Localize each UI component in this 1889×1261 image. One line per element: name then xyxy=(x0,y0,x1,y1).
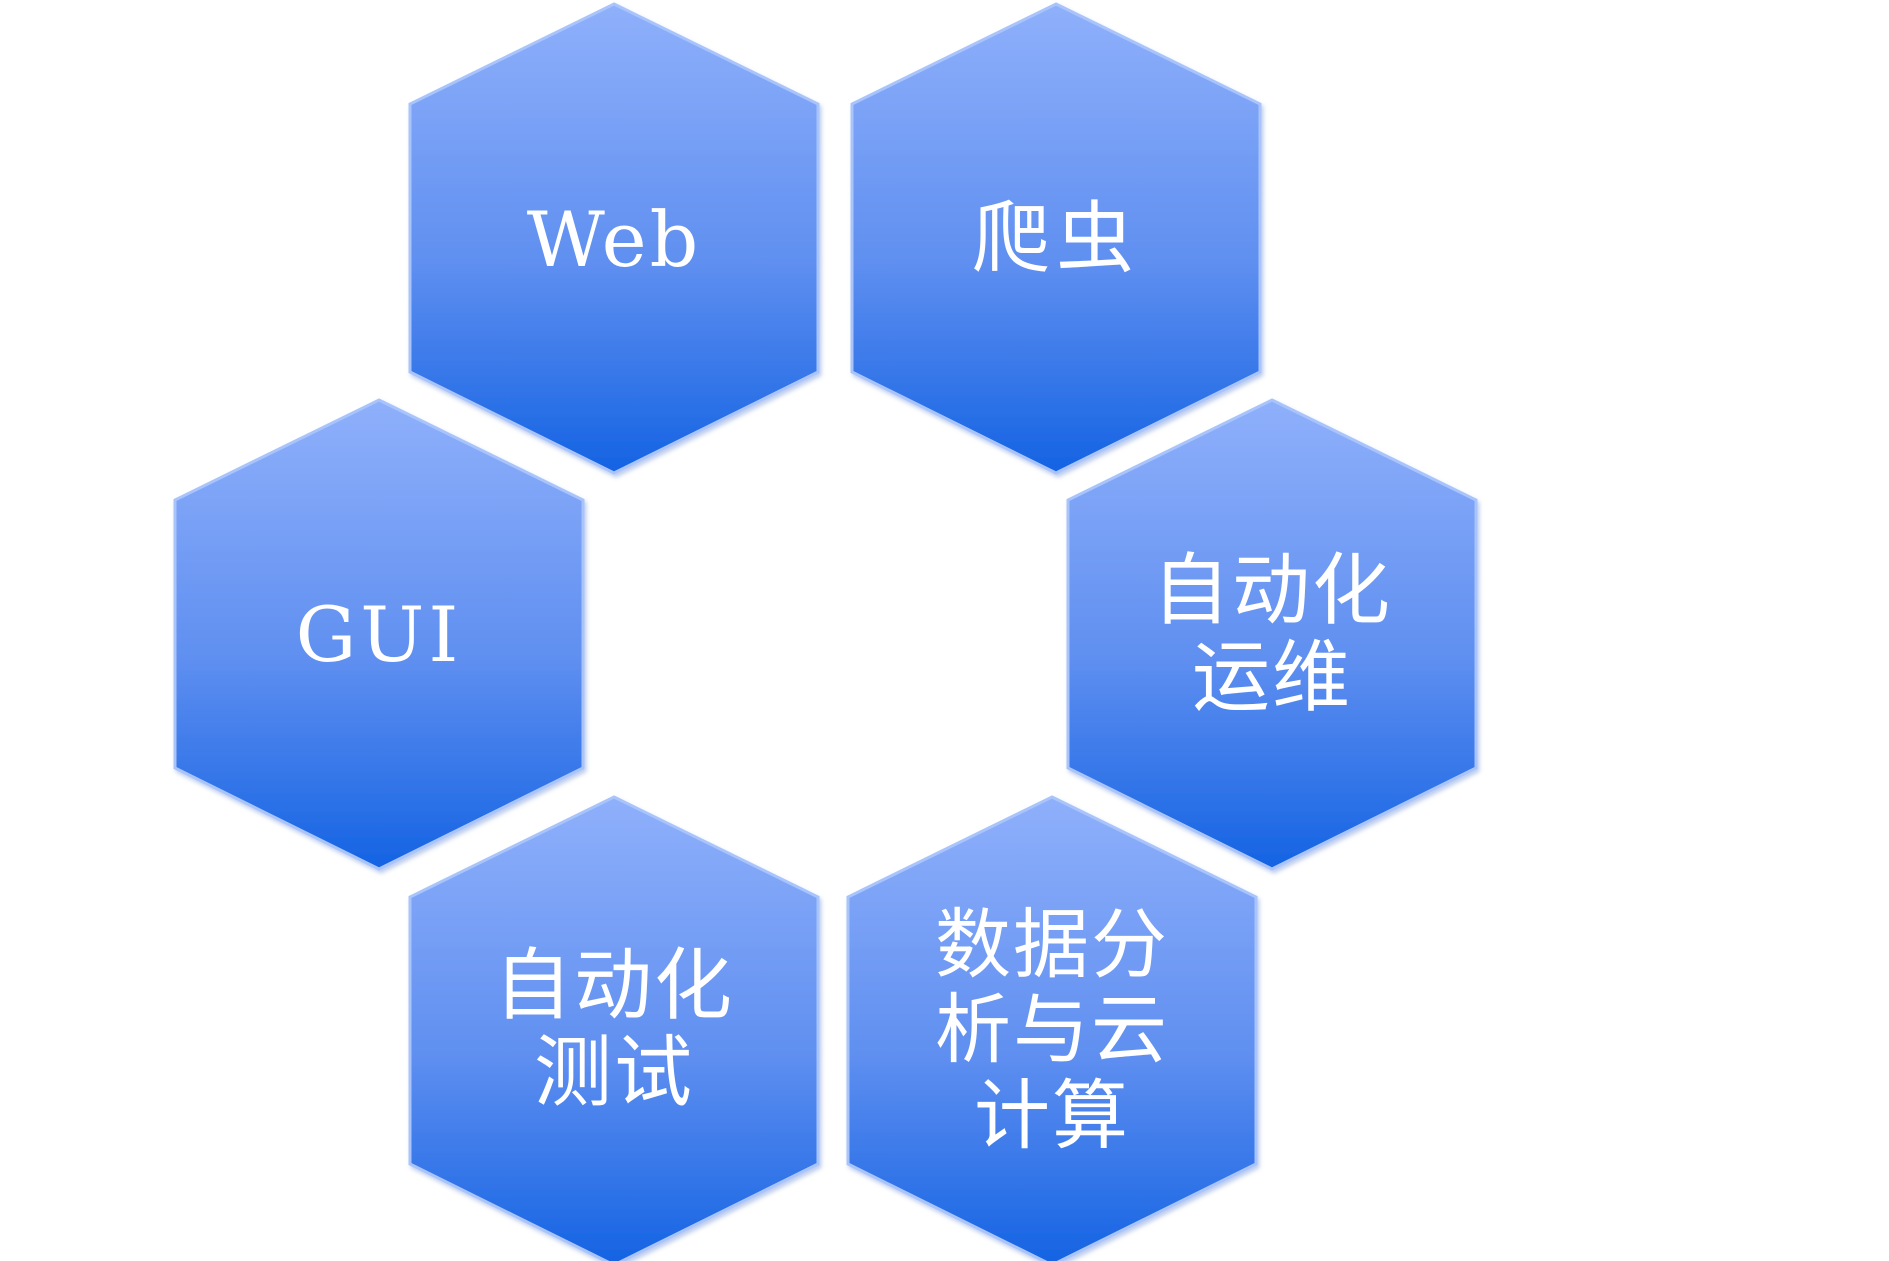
node-label-web: Web xyxy=(526,195,702,285)
node-label-test: 自动化 测试 xyxy=(493,940,734,1118)
node-label-gui: GUI xyxy=(295,590,463,680)
node-label-crawler: 爬虫 xyxy=(971,194,1140,285)
hexagon-diagram: Web 爬虫 GUI 自动化 运维 自动化 测试 数据分 析与云 计算 xyxy=(0,0,1889,1261)
node-label-ops: 自动化 运维 xyxy=(1151,545,1392,723)
node-label-data: 数据分 析与云 计算 xyxy=(935,900,1169,1160)
